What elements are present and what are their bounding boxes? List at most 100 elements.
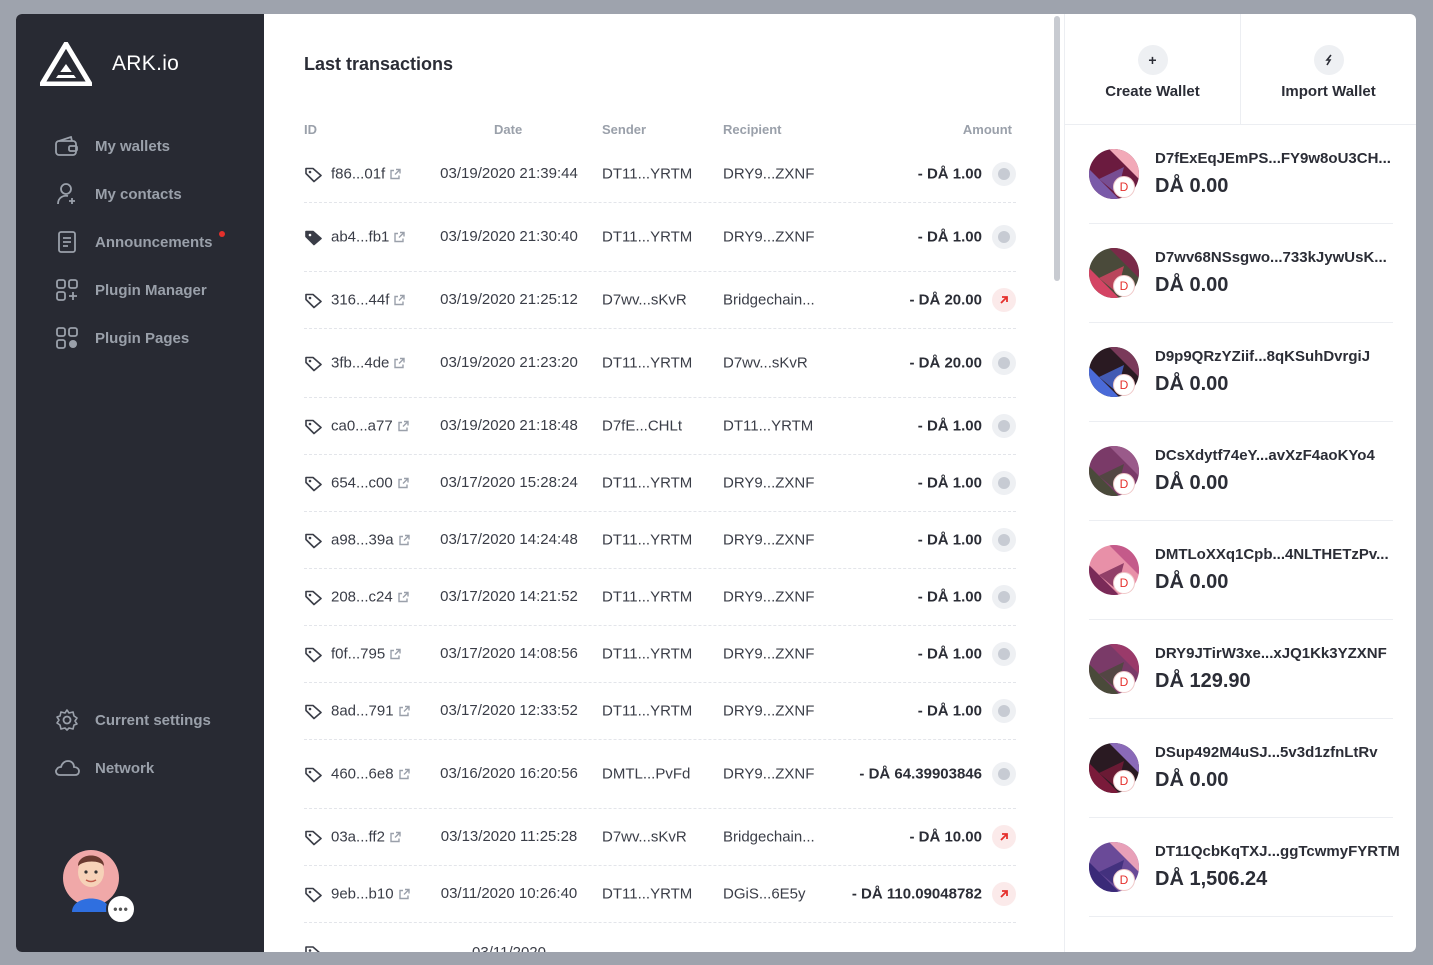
transaction-sender[interactable]: DT11...YRTM [602, 532, 692, 549]
column-header-date[interactable]: Date [494, 122, 522, 137]
transaction-recipient[interactable]: DRY9...ZXNF [723, 646, 814, 663]
transaction-amount: - DÅ 1.00 [917, 228, 982, 246]
external-link-icon[interactable] [393, 357, 406, 369]
brand-logo[interactable]: ARK.io [40, 42, 179, 86]
transaction-id-cell[interactable]: 3fb...4de [304, 355, 406, 372]
wallet-actions: + Create Wallet Import Wallet [1065, 14, 1416, 125]
transaction-amount: - DÅ 20.00 [909, 354, 982, 372]
transaction-recipient[interactable]: DRY9...ZXNF [723, 229, 814, 246]
external-link-icon[interactable] [398, 888, 410, 900]
transaction-sender[interactable]: DT11...YRTM [602, 475, 692, 492]
transaction-sender[interactable]: D7wv...sKvR [602, 829, 687, 846]
external-link-icon[interactable] [393, 294, 406, 306]
external-link-icon[interactable] [393, 231, 406, 243]
wallet-item[interactable]: D D7fExEqJEmPS...FY9w8oU3CH... DÅ 0.00 [1089, 125, 1393, 224]
ark-logo-icon [40, 42, 92, 86]
wallet-item[interactable]: D DT11QcbKqTXJ...ggTcwmyFYRTM DÅ 1,506.24 [1089, 818, 1400, 917]
column-header-recipient[interactable]: Recipient [723, 122, 782, 137]
transaction-id: ca0...a77 [331, 417, 393, 435]
transaction-id-cell[interactable]: 208...c24 [304, 589, 409, 606]
transaction-id-cell[interactable]: 654...c00 [304, 475, 409, 492]
transaction-sender[interactable]: D7fE...CHLt [602, 418, 682, 435]
nav-item-plugin-manager[interactable]: Plugin Manager [54, 266, 213, 314]
table-row[interactable]: ca0...a77 03/19/2020 21:18:48 D7fE...CHLt D… [304, 398, 1016, 455]
transaction-id-cell[interactable]: a98...39a [304, 532, 410, 549]
transaction-id-cell[interactable]: 9eb...b10 [304, 886, 410, 903]
table-row[interactable]: 460...6e8 03/16/2020 16:20:56 DMTL...PvFd D… [304, 740, 1016, 809]
wallet-item[interactable]: D DRY9JTirW3xe...xJQ1Kk3YZXNF DÅ 129.90 [1089, 620, 1393, 719]
wallet-item[interactable]: D D9p9QRzYZiif...8qKSuhDvrgiJ DÅ 0.00 [1089, 323, 1393, 422]
create-wallet-button[interactable]: + Create Wallet [1065, 14, 1240, 124]
transaction-recipient[interactable]: D7wv...sKvR [723, 355, 808, 372]
external-link-icon[interactable] [389, 831, 401, 843]
table-row[interactable]: 208...c24 03/17/2020 14:21:52 DT11...YRTM D… [304, 569, 1016, 626]
transaction-sender[interactable]: DT11...YRTM [602, 886, 692, 903]
transaction-sender[interactable]: DT11...YRTM [602, 589, 692, 606]
wallet-item[interactable]: D DSup492M4uSJ...5v3d1zfnLtRv DÅ 0.00 [1089, 719, 1393, 818]
table-row[interactable]: 03/11/2020 [304, 923, 1016, 952]
external-link-icon[interactable] [398, 705, 410, 717]
table-row[interactable]: a98...39a 03/17/2020 14:24:48 DT11...YRTM D… [304, 512, 1016, 569]
transaction-id-cell[interactable]: 03a...ff2 [304, 829, 401, 846]
external-link-icon[interactable] [398, 534, 410, 546]
announcements-icon [54, 229, 80, 255]
transaction-recipient[interactable]: Bridgechain... [723, 829, 815, 846]
wallet-item[interactable]: D DMTLoXXq1Cpb...4NLTHETzPv... DÅ 0.00 [1089, 521, 1393, 620]
table-row[interactable]: 654...c00 03/17/2020 15:28:24 DT11...YRTM D… [304, 455, 1016, 512]
table-row[interactable]: ab4...fb1 03/19/2020 21:30:40 DT11...YRTM D… [304, 203, 1016, 272]
nav-item-network[interactable]: Network [54, 744, 211, 792]
transaction-id-cell[interactable]: 460...6e8 [304, 766, 410, 783]
transaction-id-cell[interactable] [304, 945, 331, 952]
table-row[interactable]: f86...01f 03/19/2020 21:39:44 DT11...YRTM D… [304, 146, 1016, 203]
transaction-id-cell[interactable]: ca0...a77 [304, 418, 409, 435]
table-row[interactable]: f0f...795 03/17/2020 14:08:56 DT11...YRTM D… [304, 626, 1016, 683]
nav-item-current-settings[interactable]: Current settings [54, 696, 211, 744]
table-row[interactable]: 9eb...b10 03/11/2020 10:26:40 DT11...YRTM D… [304, 866, 1016, 923]
external-link-icon[interactable] [397, 591, 409, 603]
external-link-icon[interactable] [389, 648, 401, 660]
transaction-id-cell[interactable]: ab4...fb1 [304, 229, 406, 246]
wallet-item[interactable]: D D7wv68NSsgwo...733kJywUsK... DÅ 0.00 [1089, 224, 1393, 323]
transaction-sender[interactable]: DMTL...PvFd [602, 766, 690, 783]
wallet-item[interactable]: D DCsXdytf74eY...avXzF4aoKYo4 DÅ 0.00 [1089, 422, 1393, 521]
transaction-recipient[interactable]: DT11...YRTM [723, 418, 813, 435]
transaction-sender[interactable]: DT11...YRTM [602, 229, 692, 246]
nav-item-announcements[interactable]: Announcements [54, 218, 225, 266]
transaction-id: 03a...ff2 [331, 828, 385, 846]
column-header-sender[interactable]: Sender [602, 122, 646, 137]
profile-menu-button[interactable]: ••• [106, 894, 136, 924]
external-link-icon[interactable] [389, 168, 401, 180]
transaction-recipient[interactable]: DGiS...6E5y [723, 886, 806, 903]
nav-item-my-contacts[interactable]: My contacts [54, 170, 213, 218]
transaction-sender[interactable]: DT11...YRTM [602, 703, 692, 720]
transaction-id-cell[interactable]: f86...01f [304, 166, 401, 183]
transaction-id-cell[interactable]: 316...44f [304, 292, 406, 309]
scrollbar[interactable] [1054, 16, 1060, 281]
transaction-id: 9eb...b10 [331, 885, 394, 903]
transaction-sender[interactable]: DT11...YRTM [602, 646, 692, 663]
transaction-recipient[interactable]: DRY9...ZXNF [723, 532, 814, 549]
table-row[interactable]: 03a...ff2 03/13/2020 11:25:28 D7wv...sKvR B… [304, 809, 1016, 866]
transaction-recipient[interactable]: DRY9...ZXNF [723, 589, 814, 606]
transaction-recipient[interactable]: DRY9...ZXNF [723, 166, 814, 183]
transaction-recipient[interactable]: DRY9...ZXNF [723, 766, 814, 783]
table-row[interactable]: 3fb...4de 03/19/2020 21:23:20 DT11...YRTM D… [304, 329, 1016, 398]
transaction-sender[interactable]: DT11...YRTM [602, 166, 692, 183]
nav-item-plugin-pages[interactable]: Plugin Pages [54, 314, 213, 362]
column-header-amount[interactable]: Amount [963, 122, 1012, 137]
import-wallet-button[interactable]: Import Wallet [1240, 14, 1416, 124]
nav-item-my-wallets[interactable]: My wallets [54, 122, 213, 170]
transaction-id-cell[interactable]: f0f...795 [304, 646, 401, 663]
transaction-sender[interactable]: D7wv...sKvR [602, 292, 687, 309]
transaction-sender[interactable]: DT11...YRTM [602, 355, 692, 372]
column-header-id[interactable]: ID [304, 122, 317, 137]
external-link-icon[interactable] [397, 420, 409, 432]
external-link-icon[interactable] [397, 477, 409, 489]
table-row[interactable]: 316...44f 03/19/2020 21:25:12 D7wv...sKvR B… [304, 272, 1016, 329]
table-row[interactable]: 8ad...791 03/17/2020 12:33:52 DT11...YRTM D… [304, 683, 1016, 740]
transaction-id-cell[interactable]: 8ad...791 [304, 703, 410, 720]
transaction-recipient[interactable]: Bridgechain... [723, 292, 815, 309]
external-link-icon[interactable] [398, 768, 410, 780]
transaction-recipient[interactable]: DRY9...ZXNF [723, 475, 814, 492]
transaction-recipient[interactable]: DRY9...ZXNF [723, 703, 814, 720]
